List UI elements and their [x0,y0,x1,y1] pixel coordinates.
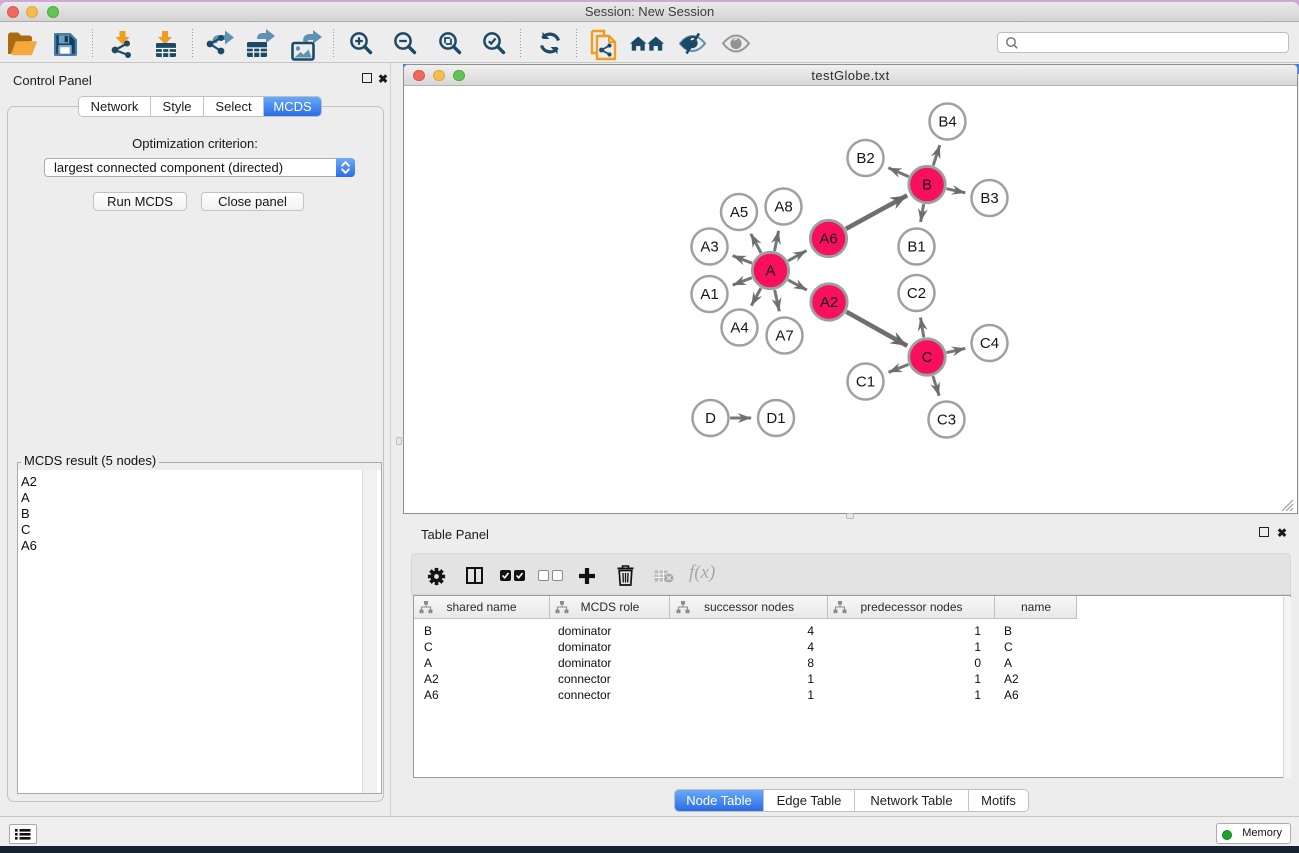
svg-text:C3: C3 [937,412,956,429]
svg-text:C4: C4 [980,335,999,352]
svg-text:B: B [922,177,932,194]
svg-text:A: A [765,263,775,280]
svg-text:A6: A6 [819,231,837,248]
svg-text:C2: C2 [907,285,926,302]
svg-text:A2: A2 [820,294,838,311]
svg-text:A4: A4 [730,320,748,337]
svg-text:B1: B1 [907,239,925,256]
svg-text:A1: A1 [700,286,718,303]
svg-text:A5: A5 [730,204,748,221]
svg-text:A8: A8 [774,199,792,216]
svg-text:B3: B3 [980,190,998,207]
svg-text:A3: A3 [700,239,718,256]
svg-text:C1: C1 [856,374,875,391]
svg-text:C: C [922,349,933,366]
svg-text:D: D [705,410,716,427]
svg-text:B2: B2 [856,150,874,167]
svg-text:D1: D1 [766,410,785,427]
svg-text:B4: B4 [938,114,956,131]
svg-text:A7: A7 [775,328,793,345]
